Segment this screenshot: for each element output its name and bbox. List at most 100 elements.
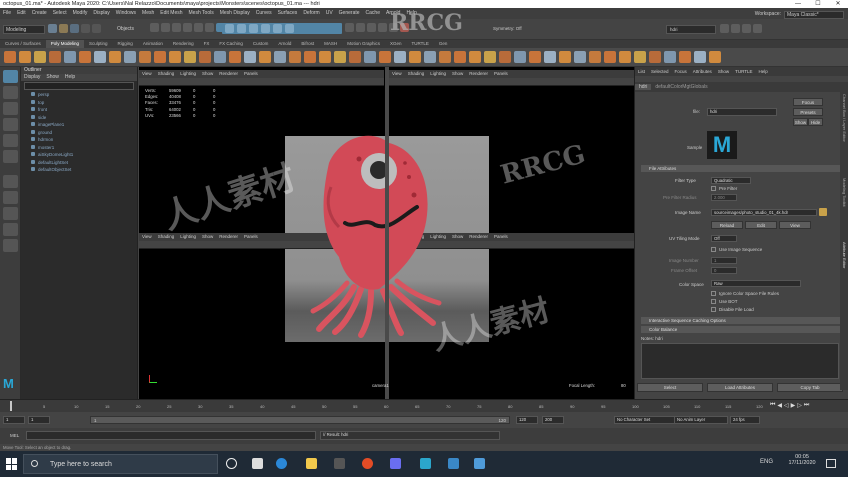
outliner-item-front[interactable]: front bbox=[21, 106, 137, 114]
shelf-tool-icon[interactable] bbox=[19, 51, 31, 63]
mode-dropdown[interactable]: Modeling bbox=[3, 25, 45, 34]
outliner-menu-help[interactable]: Help bbox=[62, 74, 78, 80]
app2-taskbar-icon[interactable] bbox=[474, 458, 485, 469]
shelf-tool-icon[interactable] bbox=[529, 51, 541, 63]
shelf-tool-icon[interactable] bbox=[514, 51, 526, 63]
shelf-tool-icon[interactable] bbox=[679, 51, 691, 63]
outliner-menu-display[interactable]: Display bbox=[21, 74, 43, 80]
shelf-tool-icon[interactable] bbox=[304, 51, 316, 63]
filter-type-dropdown[interactable]: Quadratic bbox=[711, 177, 751, 184]
folder-icon[interactable] bbox=[819, 208, 827, 216]
pre-filter-checkbox[interactable] bbox=[711, 186, 716, 191]
new-scene-icon[interactable] bbox=[48, 24, 57, 33]
shelf-tool-icon[interactable] bbox=[259, 51, 271, 63]
anim-layer-dropdown[interactable]: No Anim Layer bbox=[674, 416, 728, 424]
end-time-field[interactable]: 200 bbox=[542, 416, 564, 424]
shelf-tool-icon[interactable] bbox=[454, 51, 466, 63]
menu-mesh-display[interactable]: Mesh Display bbox=[217, 8, 253, 19]
pre-filter-radius-field[interactable]: 2.000 bbox=[711, 194, 737, 201]
minimize-button[interactable]: — bbox=[788, 0, 808, 8]
shelf-tool-icon[interactable] bbox=[469, 51, 481, 63]
rotate-tool-icon[interactable] bbox=[3, 134, 18, 147]
vertical-splitter[interactable] bbox=[385, 67, 389, 399]
snap-surface-icon[interactable] bbox=[273, 24, 282, 33]
outliner-item-skydome[interactable]: aiSkyDomeLight1 bbox=[21, 151, 137, 159]
outliner-search-input[interactable] bbox=[24, 82, 134, 90]
shelf-tool-icon[interactable] bbox=[229, 51, 241, 63]
outliner-item-side[interactable]: side bbox=[21, 114, 137, 122]
shelf-tool-icon[interactable] bbox=[664, 51, 676, 63]
move-tool-icon[interactable] bbox=[3, 118, 18, 131]
shelf-tab-poly-modeling[interactable]: Poly Modeling bbox=[45, 40, 85, 48]
shelf-tool-icon[interactable] bbox=[499, 51, 511, 63]
file-explorer-icon[interactable] bbox=[306, 458, 317, 469]
toggle-attribute-editor-icon[interactable] bbox=[731, 24, 740, 33]
cmd-lang-label[interactable]: MEL bbox=[10, 433, 19, 438]
shelf-tab-turtle[interactable]: TURTLE bbox=[406, 40, 433, 48]
outliner-item-ground[interactable]: ground bbox=[21, 129, 137, 137]
store-icon[interactable] bbox=[334, 458, 345, 469]
shelf-tool-icon[interactable] bbox=[334, 51, 346, 63]
shelf-tab-bifrost[interactable]: Bifrost bbox=[296, 40, 319, 48]
shelf-tab-motion-graphics[interactable]: Motion Graphics bbox=[342, 40, 385, 48]
shelf-tab-arnold[interactable]: Arnold bbox=[273, 40, 296, 48]
objects-label[interactable]: Objects bbox=[117, 26, 134, 32]
step-forward-icon[interactable]: ▷ bbox=[797, 402, 802, 409]
windows-start-icon[interactable] bbox=[6, 458, 18, 470]
render-settings-icon[interactable] bbox=[389, 23, 398, 32]
load-attributes-button[interactable]: Load Attributes bbox=[707, 383, 773, 392]
menu-edit[interactable]: Edit bbox=[14, 8, 29, 19]
taskbar-search-input[interactable]: Type here to search bbox=[23, 454, 218, 474]
persp-graph-icon[interactable] bbox=[3, 223, 18, 236]
toggle-tool-settings-icon[interactable] bbox=[742, 24, 751, 33]
shelf-tool-icon[interactable] bbox=[619, 51, 631, 63]
shelf-tool-icon[interactable] bbox=[349, 51, 361, 63]
outliner-item-default-object-set[interactable]: defaultObjectSet bbox=[21, 166, 137, 174]
shelf-tool-icon[interactable] bbox=[274, 51, 286, 63]
outliner-item-default-light-set[interactable]: defaultLightSet bbox=[21, 159, 137, 167]
step-back-icon[interactable]: ◀ bbox=[777, 402, 782, 409]
section-file-attributes[interactable]: File Attributes bbox=[641, 165, 841, 172]
outliner-item-imageplane[interactable]: imagePlane1 bbox=[21, 121, 137, 129]
edge-icon[interactable] bbox=[276, 458, 287, 469]
menu-select[interactable]: Select bbox=[50, 8, 70, 19]
shelf-tool-icon[interactable] bbox=[574, 51, 586, 63]
history-icon[interactable] bbox=[345, 23, 354, 32]
go-start-icon[interactable]: ⏮ bbox=[770, 402, 775, 409]
menu-surfaces[interactable]: Surfaces bbox=[275, 8, 301, 19]
open-scene-icon[interactable] bbox=[59, 24, 68, 33]
persp-hypershade-icon[interactable] bbox=[3, 239, 18, 252]
image-number-field[interactable]: 1 bbox=[711, 257, 737, 264]
shelf-tab-fx-caching[interactable]: FX Caching bbox=[214, 40, 248, 48]
focus-button[interactable]: Focus bbox=[793, 98, 823, 106]
hide-button[interactable]: Hide bbox=[808, 118, 823, 126]
menu-create[interactable]: Create bbox=[29, 8, 50, 19]
undo-icon[interactable] bbox=[81, 24, 90, 33]
shelf-tool-icon[interactable] bbox=[484, 51, 496, 63]
notification-icon[interactable] bbox=[826, 459, 836, 468]
viewport-panels[interactable]: View Shading Lighting Show Renderer Panels Vi… bbox=[139, 67, 634, 399]
shelf-tab-custom[interactable]: Custom bbox=[248, 40, 274, 48]
shelf-tool-icon[interactable] bbox=[709, 51, 721, 63]
menu-mesh[interactable]: Mesh bbox=[139, 8, 157, 19]
photoshop-icon[interactable] bbox=[390, 458, 401, 469]
show-button[interactable]: Show bbox=[793, 118, 808, 126]
presets-button[interactable]: Presets bbox=[793, 108, 823, 116]
lasso-tool-icon[interactable] bbox=[3, 86, 18, 99]
character-set-dropdown[interactable]: No Character Set bbox=[614, 416, 678, 424]
shelf-tool-icon[interactable] bbox=[109, 51, 121, 63]
shelf-tool-icon[interactable] bbox=[34, 51, 46, 63]
shelf-tab-fx[interactable]: FX bbox=[199, 40, 215, 48]
shelf-tool-icon[interactable] bbox=[409, 51, 421, 63]
ignore-color-space-checkbox[interactable] bbox=[711, 291, 716, 296]
shelf-tool-icon[interactable] bbox=[184, 51, 196, 63]
attr-menu-list[interactable]: List bbox=[635, 69, 648, 74]
menu-curves[interactable]: Curves bbox=[253, 8, 275, 19]
outliner-item-top[interactable]: top bbox=[21, 99, 137, 107]
paint-select-icon[interactable] bbox=[3, 102, 18, 115]
shelf-tool-icon[interactable] bbox=[319, 51, 331, 63]
file-name-field[interactable]: hdri bbox=[707, 108, 777, 116]
shelf-tool-icon[interactable] bbox=[604, 51, 616, 63]
attr-menu-selected[interactable]: Selected bbox=[648, 69, 672, 74]
select-surface-icon[interactable] bbox=[183, 23, 192, 32]
